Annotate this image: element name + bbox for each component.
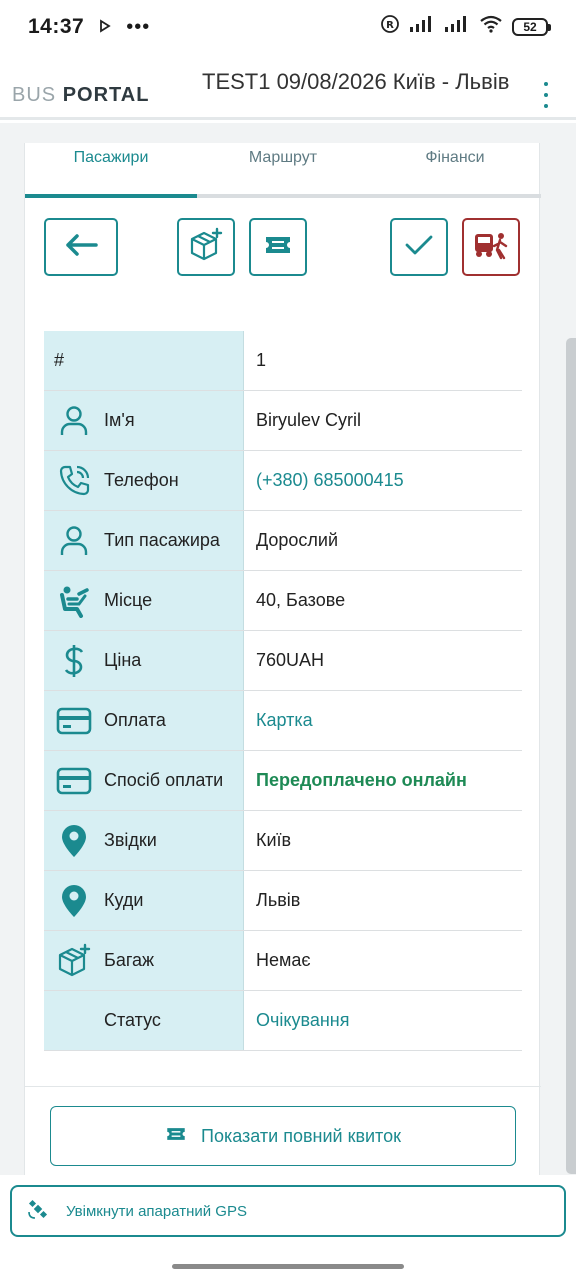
- status-time: 14:37: [28, 15, 85, 38]
- media-play-icon: [98, 16, 112, 39]
- table-row: Статус Очікування: [44, 991, 522, 1051]
- more-notifications-icon: •••: [126, 15, 151, 38]
- row-label-cell: Тип пасажира: [44, 511, 244, 570]
- row-value: Львів: [256, 890, 301, 910]
- passenger-details-table: #1 Ім'я Biryulev Cyril Телефон (+380) 685000…: [44, 331, 522, 1051]
- app-header: BUS PORTAL TEST1 09/08/2026 Київ - Львів: [0, 54, 576, 120]
- scrollbar[interactable]: [566, 338, 576, 1174]
- row-value: Картка: [256, 710, 313, 730]
- table-row: Ім'я Biryulev Cyril: [44, 391, 522, 451]
- table-row: Звідки Київ: [44, 811, 522, 871]
- row-value: 760UAH: [256, 650, 325, 670]
- row-value: Очікування: [256, 1010, 350, 1030]
- ticket-icon: [165, 1126, 187, 1147]
- table-row: Тип пасажира Дорослий: [44, 511, 522, 571]
- location-icon: [54, 821, 94, 861]
- table-row: Ціна 760UAH: [44, 631, 522, 691]
- table-row: Місце 40, Базове: [44, 571, 522, 631]
- tab-passengers[interactable]: Пасажири: [25, 143, 197, 198]
- show-full-ticket-label: Показати повний квиток: [201, 1125, 401, 1146]
- passenger-card: Пасажири Маршрут Фінанси #1 Ім'я Biryulev …: [24, 143, 541, 1175]
- bus-passenger-icon: [473, 230, 509, 265]
- registered-icon: R: [380, 14, 400, 40]
- row-label-cell: Куди: [44, 871, 244, 930]
- ticket-button[interactable]: [249, 218, 307, 276]
- row-value: 40, Базове: [256, 590, 346, 610]
- row-label-cell: Статус: [44, 991, 244, 1050]
- row-label-cell: Багаж: [44, 931, 244, 990]
- satellite-icon: [28, 1199, 48, 1223]
- row-label-cell: Телефон: [44, 451, 244, 510]
- row-label: Куди: [104, 890, 144, 910]
- enable-gps-button[interactable]: Увімкнути апаратний GPS: [10, 1185, 566, 1237]
- wifi-icon: [479, 15, 503, 39]
- location-icon: [54, 881, 94, 921]
- divider: [25, 1086, 541, 1087]
- row-value: Biryulev Cyril: [256, 410, 362, 430]
- row-label-cell: Ім'я: [44, 391, 244, 450]
- person-icon: [54, 521, 94, 561]
- row-label: Ціна: [104, 650, 142, 670]
- signal-icon-2: [444, 15, 470, 39]
- row-label-cell: Оплата: [44, 691, 244, 750]
- row-label: Оплата: [104, 710, 166, 730]
- row-value: Немає: [256, 950, 311, 970]
- show-full-ticket-button[interactable]: Показати повний квиток: [50, 1106, 516, 1166]
- row-label: Тип пасажира: [104, 530, 220, 550]
- table-row: Оплата Картка: [44, 691, 522, 751]
- table-row: #1: [44, 331, 522, 391]
- row-label: Статус: [104, 1010, 161, 1030]
- add-luggage-button[interactable]: [177, 218, 235, 276]
- row-label-cell: Звідки: [44, 811, 244, 870]
- svg-text:R: R: [386, 20, 394, 31]
- row-value: Київ: [256, 830, 292, 850]
- row-label: #: [54, 350, 65, 370]
- row-label: Спосіб оплати: [104, 770, 224, 790]
- ticket-icon: [264, 234, 292, 261]
- status-bar: 14:37 ••• R 52: [0, 0, 576, 54]
- table-row: Багаж Немає: [44, 931, 522, 991]
- page-title: TEST1 09/08/2026 Київ - Львів: [202, 69, 510, 94]
- check-icon: [404, 233, 434, 262]
- phone-icon: [54, 461, 94, 501]
- seat-icon: [54, 581, 94, 621]
- tab-route[interactable]: Маршрут: [197, 143, 369, 194]
- app-logo: BUS PORTAL: [12, 84, 150, 106]
- luggage-add-icon: [54, 941, 94, 981]
- person-icon: [54, 401, 94, 441]
- tab-finances[interactable]: Фінанси: [369, 143, 541, 194]
- table-row: Телефон (+380) 685000415: [44, 451, 522, 511]
- back-button[interactable]: [44, 218, 118, 276]
- row-label: Місце: [104, 590, 153, 610]
- row-value: Дорослий: [256, 530, 339, 550]
- confirm-button[interactable]: [390, 218, 448, 276]
- tab-bar: Пасажири Маршрут Фінанси: [25, 143, 541, 198]
- home-indicator[interactable]: [172, 1264, 404, 1269]
- no-show-button[interactable]: [462, 218, 520, 276]
- table-row: Куди Львів: [44, 871, 522, 931]
- table-row: Спосіб оплати Передоплачено онлайн: [44, 751, 522, 811]
- row-label-cell: Спосіб оплати: [44, 751, 244, 810]
- card-icon: [54, 701, 94, 741]
- row-label-cell: Ціна: [44, 631, 244, 690]
- row-label-cell: Місце: [44, 571, 244, 630]
- row-value: Передоплачено онлайн: [256, 770, 467, 790]
- row-value: 1: [256, 350, 267, 370]
- luggage-add-icon: [188, 227, 224, 268]
- battery-icon: 52: [512, 18, 551, 36]
- arrow-left-icon: [64, 233, 98, 262]
- overflow-menu-icon[interactable]: [542, 82, 550, 108]
- row-label: Ім'я: [104, 410, 135, 430]
- row-label-cell: #: [44, 331, 244, 390]
- phone-link[interactable]: (+380) 685000415: [244, 451, 522, 510]
- card-icon: [54, 761, 94, 801]
- row-label: Телефон: [104, 470, 179, 490]
- signal-icon: [409, 15, 435, 39]
- row-label: Багаж: [104, 950, 155, 970]
- dollar-icon: [54, 641, 94, 681]
- row-label: Звідки: [104, 830, 157, 850]
- gps-label: Увімкнути апаратний GPS: [66, 1202, 247, 1220]
